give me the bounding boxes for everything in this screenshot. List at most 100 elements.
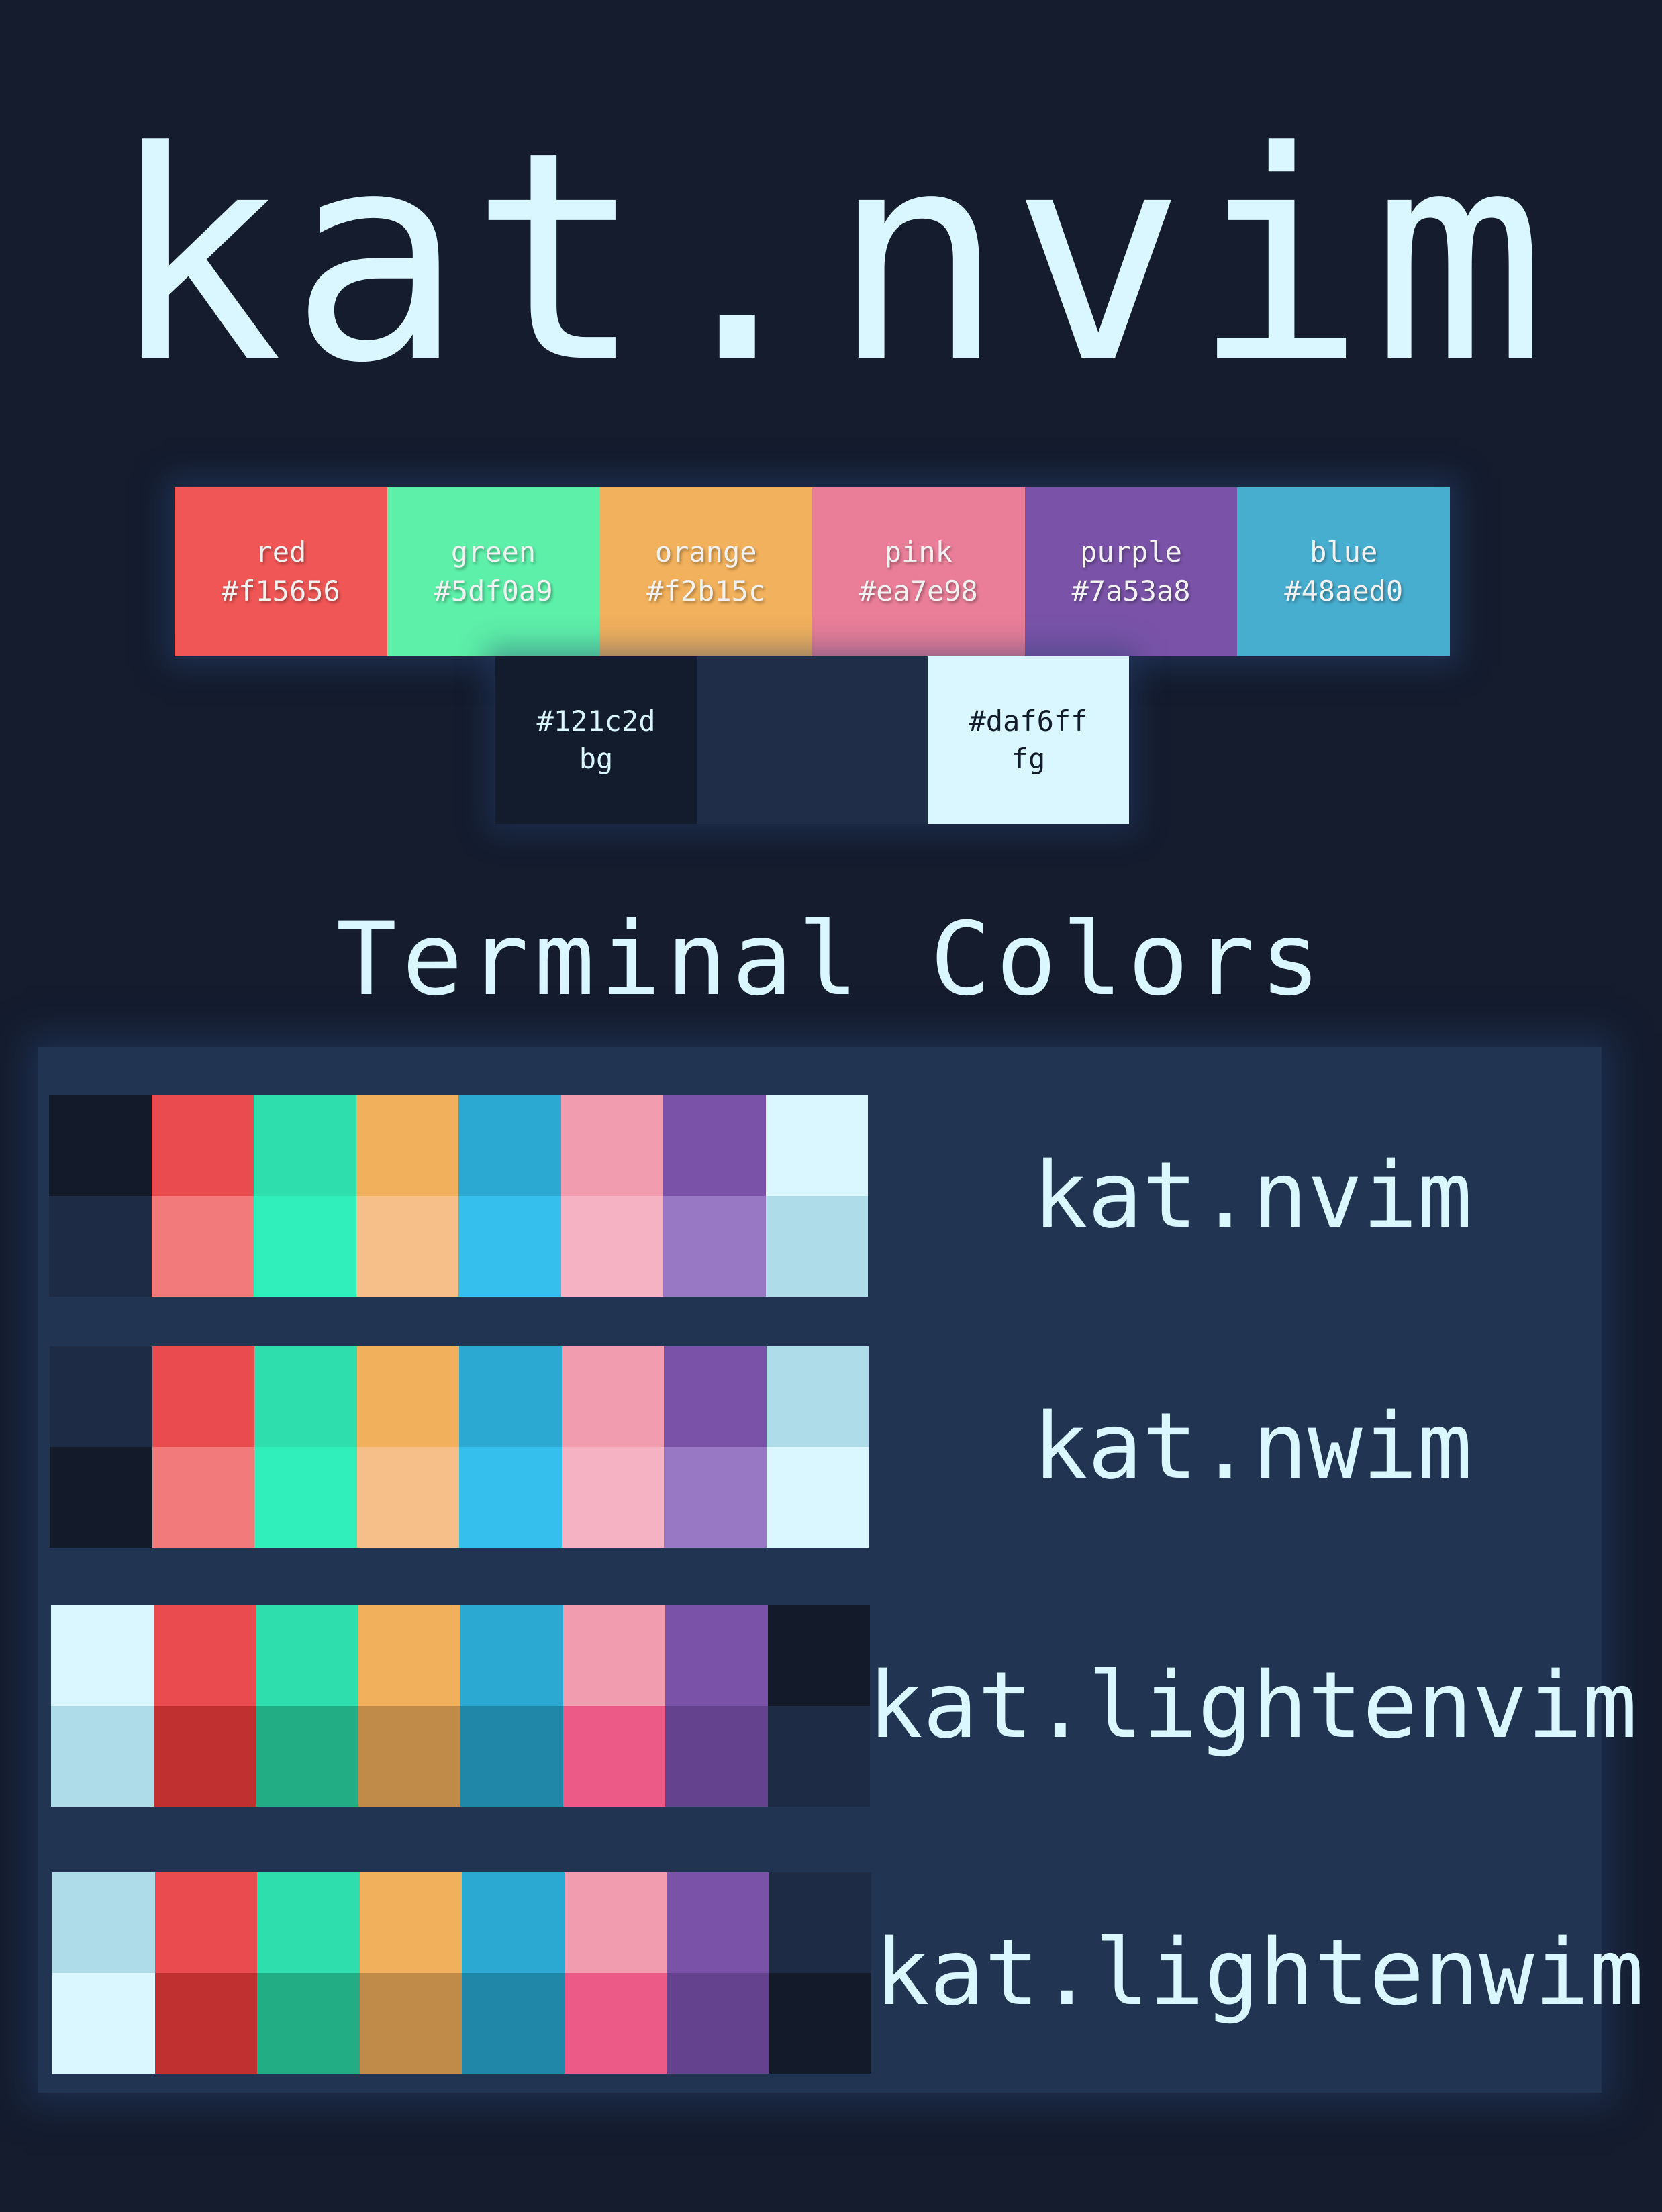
- scheme-name: kat.nwim: [1032, 1394, 1473, 1500]
- color-cell-normal: [766, 1346, 869, 1447]
- color-cell-normal: [49, 1095, 152, 1196]
- fg-swatch: #daf6ff fg: [928, 656, 1129, 824]
- color-cell-bright: [51, 1706, 154, 1807]
- color-cell-bright: [50, 1447, 152, 1548]
- color-cell-bright: [663, 1196, 766, 1297]
- color-cell-normal: [254, 1095, 356, 1196]
- scheme-name: kat.lightenvim: [867, 1653, 1638, 1759]
- palette-swatch-red: red #f15656: [175, 487, 387, 656]
- color-cell-normal: [359, 1872, 462, 1973]
- color-cell-bright: [561, 1447, 664, 1548]
- color-cell-normal: [151, 1095, 254, 1196]
- main-title: kat.nvim: [109, 91, 1553, 426]
- color-cell-bright: [358, 1706, 460, 1807]
- palette-swatch-pink: pink #ea7e98: [812, 487, 1025, 656]
- scheme-row-kat-lightenvim: kat.lightenvim: [38, 1605, 1637, 1807]
- scheme-row-kat-nwim: kat.nwim: [38, 1346, 1602, 1548]
- swatch-hex: #48aed0: [1284, 574, 1404, 607]
- color-cell-bright: [151, 1196, 254, 1297]
- palette-swatch-purple: purple #7a53a8: [1024, 487, 1238, 656]
- color-cell-bright: [767, 1706, 870, 1807]
- color-cell-normal: [154, 1872, 257, 1973]
- base-colors-panel: #121c2d bg #daf6ff fg: [495, 656, 1129, 824]
- color-cell-normal: [561, 1346, 664, 1447]
- color-cell-normal: [356, 1346, 459, 1447]
- palette-swatch-orange: orange #f2b15c: [599, 487, 813, 656]
- color-cell-normal: [51, 1605, 154, 1706]
- color-cell-normal: [767, 1605, 870, 1706]
- color-cell-normal: [460, 1605, 563, 1706]
- color-cell-bright: [563, 1706, 665, 1807]
- color-cell-normal: [665, 1605, 768, 1706]
- terminal-colors-panel: kat.nvim kat.nwim kat.lightenvim kat.lig…: [38, 1047, 1644, 2093]
- swatch-name: green: [450, 536, 536, 568]
- color-cell-bright: [765, 1196, 868, 1297]
- color-cell-normal: [356, 1095, 458, 1196]
- color-cell-bright: [564, 1973, 667, 2074]
- color-cell-normal: [564, 1872, 667, 1973]
- swatch-hex: #5df0a9: [434, 574, 553, 607]
- color-cell-bright: [254, 1196, 356, 1297]
- swatch-hex: #f2b15c: [646, 574, 766, 607]
- scheme-name: kat.nvim: [1032, 1143, 1473, 1249]
- color-cell-bright: [154, 1973, 257, 2074]
- color-cell-bright: [256, 1706, 358, 1807]
- color-cell-normal: [664, 1346, 767, 1447]
- scheme-swatch-grid: [49, 1095, 868, 1297]
- scheme-swatch-grid: [52, 1872, 871, 2074]
- color-cell-normal: [358, 1605, 460, 1706]
- fg-label: fg: [1011, 742, 1046, 775]
- color-cell-bright: [153, 1706, 256, 1807]
- color-cell-normal: [254, 1346, 357, 1447]
- color-cell-bright: [254, 1447, 357, 1548]
- color-cell-bright: [52, 1973, 155, 2074]
- color-cell-normal: [52, 1872, 155, 1973]
- color-cell-bright: [459, 1447, 562, 1548]
- color-cell-normal: [257, 1872, 360, 1973]
- color-cell-normal: [152, 1346, 254, 1447]
- color-cell-bright: [152, 1447, 254, 1548]
- bg-label: bg: [579, 742, 614, 775]
- color-cell-bright: [667, 1973, 769, 2074]
- bg-swatch: #121c2d bg: [495, 656, 697, 824]
- color-cell-normal: [663, 1095, 766, 1196]
- scheme-swatch-grid: [51, 1605, 870, 1807]
- swatch-name: orange: [654, 536, 757, 568]
- color-cell-normal: [769, 1872, 871, 1973]
- bg-hex: #121c2d: [536, 705, 656, 738]
- palette-swatch-green: green #5df0a9: [387, 487, 600, 656]
- color-cell-bright: [664, 1447, 767, 1548]
- color-cell-normal: [667, 1872, 769, 1973]
- color-cell-bright: [462, 1973, 565, 2074]
- color-cell-bright: [356, 1447, 459, 1548]
- palette-strip: red #f15656 green #5df0a9 orange #f2b15c…: [175, 487, 1451, 656]
- swatch-hex: #7a53a8: [1071, 574, 1191, 607]
- swatch-name: pink: [884, 536, 952, 568]
- color-cell-bright: [665, 1706, 768, 1807]
- color-cell-normal: [458, 1095, 561, 1196]
- color-cell-bright: [766, 1447, 869, 1548]
- color-cell-normal: [563, 1605, 665, 1706]
- swatch-hex: #f15656: [221, 574, 340, 607]
- color-cell-bright: [257, 1973, 360, 2074]
- palette-swatch-blue: blue #48aed0: [1237, 487, 1451, 656]
- color-cell-bright: [769, 1973, 871, 2074]
- color-cell-normal: [50, 1346, 152, 1447]
- color-cell-bright: [49, 1196, 152, 1297]
- color-cell-bright: [359, 1973, 462, 2074]
- color-cell-normal: [459, 1346, 562, 1447]
- scheme-row-kat-lightenwim: kat.lightenwim: [38, 1872, 1644, 2074]
- swatch-name: blue: [1310, 536, 1378, 568]
- color-cell-bright: [560, 1196, 663, 1297]
- color-cell-normal: [765, 1095, 868, 1196]
- color-cell-normal: [462, 1872, 565, 1973]
- swatch-name: purple: [1080, 536, 1182, 568]
- swatch-hex: #ea7e98: [859, 574, 978, 607]
- color-cell-normal: [256, 1605, 358, 1706]
- terminal-colors-heading: Terminal Colors: [336, 901, 1326, 1018]
- fg-hex: #daf6ff: [969, 705, 1088, 738]
- color-cell-bright: [356, 1196, 458, 1297]
- color-cell-bright: [458, 1196, 561, 1297]
- scheme-row-kat-nvim: kat.nvim: [38, 1095, 1602, 1297]
- scheme-swatch-grid: [50, 1346, 869, 1548]
